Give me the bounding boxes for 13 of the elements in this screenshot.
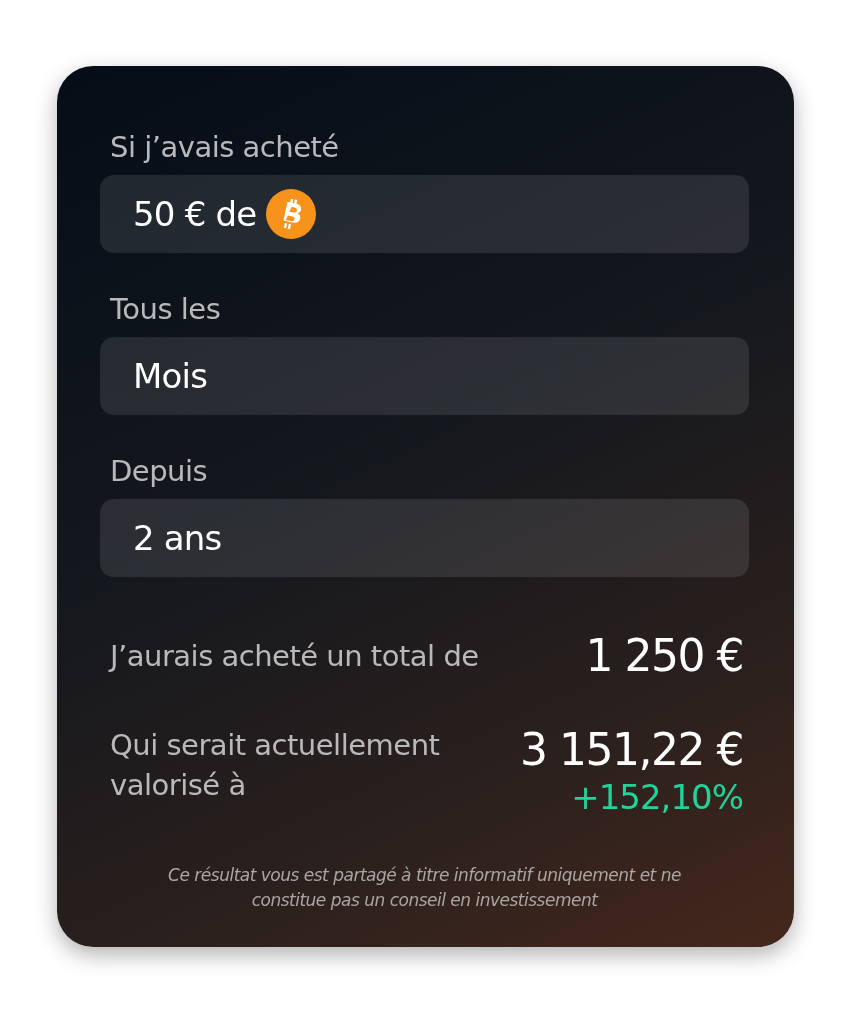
result-label: Qui serait actuellement valorisé à xyxy=(110,727,441,804)
bitcoin-icon xyxy=(266,189,317,239)
select-field[interactable]: 2 ans xyxy=(100,499,749,577)
change-percent: +152,10% xyxy=(571,776,743,819)
select-field[interactable]: 50 € de xyxy=(100,175,749,253)
result-label: J’aurais acheté un total de xyxy=(110,638,479,675)
field-label: Tous les xyxy=(109,291,222,328)
field-label: Depuis xyxy=(109,453,209,490)
select-field[interactable]: Mois xyxy=(100,337,749,415)
field-label: Si j’avais acheté xyxy=(109,129,340,166)
result-value: 1 250 € xyxy=(585,631,743,681)
disclaimer-text: Ce résultat vous est partagé à titre informatif uniquement et ne constitue pas un conseil en investissement xyxy=(167,864,682,912)
result-value: 3 151,22 € xyxy=(520,725,743,775)
